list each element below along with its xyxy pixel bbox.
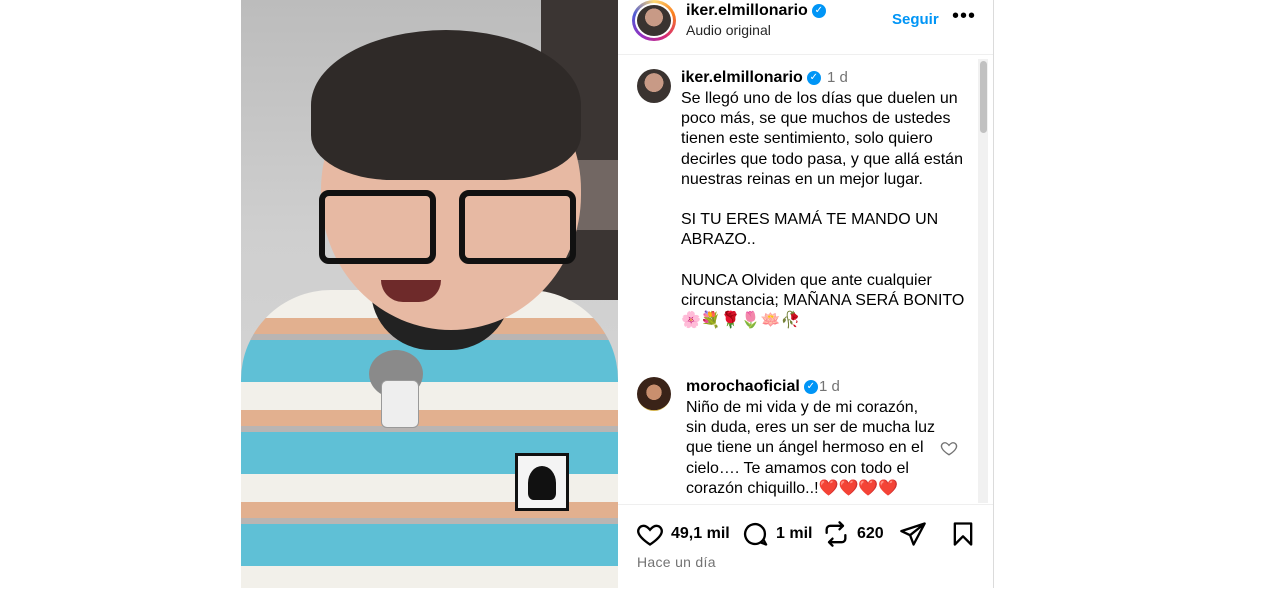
verified-badge-icon: ✓ bbox=[811, 3, 826, 18]
comment-time: 1 d bbox=[819, 378, 840, 395]
repost-count[interactable]: 620 bbox=[857, 525, 884, 543]
action-bar: 49,1 mil 1 mil 620 Hace un día bbox=[618, 504, 993, 589]
comment-count[interactable]: 1 mil bbox=[776, 525, 812, 543]
microphone-clip bbox=[381, 380, 419, 428]
heart-icon bbox=[637, 524, 663, 546]
scrollbar[interactable] bbox=[978, 59, 988, 503]
caption-time: 1 d bbox=[827, 69, 848, 86]
post-side-panel: iker.elmillonario ✓ Audio original Seguir… bbox=[618, 0, 994, 588]
story-ring-avatar[interactable] bbox=[632, 0, 676, 41]
verified-badge-icon: ✓ bbox=[806, 70, 821, 85]
comment-username-text[interactable]: morochaoficial bbox=[686, 378, 800, 395]
comment-username[interactable]: morochaoficial ✓ bbox=[686, 378, 818, 396]
share-button[interactable] bbox=[899, 520, 927, 548]
comment-text: Niño de mi vida y de mi corazón, sin dud… bbox=[686, 399, 936, 497]
cat-shirt-print bbox=[515, 453, 569, 511]
save-button[interactable] bbox=[949, 520, 977, 548]
like-count[interactable]: 49,1 mil bbox=[671, 525, 730, 543]
caption-username[interactable]: iker.elmillonario ✓ bbox=[681, 69, 821, 87]
comment-bubble-icon bbox=[743, 523, 768, 546]
post-username[interactable]: iker.elmillonario ✓ bbox=[686, 2, 826, 20]
post-username-text[interactable]: iker.elmillonario bbox=[686, 2, 808, 19]
caption-text: Se llegó uno de los días que duelen un p… bbox=[681, 90, 965, 330]
glasses bbox=[319, 190, 576, 264]
post-video[interactable] bbox=[241, 0, 618, 588]
avatar bbox=[637, 5, 671, 36]
comments-scroll-area[interactable]: iker.elmillonario ✓ 1 d Se llegó uno de l… bbox=[618, 55, 993, 503]
scrollbar-thumb[interactable] bbox=[980, 61, 987, 133]
comment-avatar[interactable] bbox=[637, 377, 671, 411]
share-paper-plane-icon bbox=[900, 522, 926, 546]
caption-avatar[interactable] bbox=[637, 69, 671, 103]
post-time-ago[interactable]: Hace un día bbox=[637, 554, 716, 570]
bookmark-icon bbox=[953, 522, 973, 546]
like-button[interactable]: 49,1 mil bbox=[636, 520, 730, 548]
repost-button[interactable]: 620 bbox=[822, 520, 884, 548]
post-header: iker.elmillonario ✓ Audio original Seguir… bbox=[618, 0, 993, 55]
follow-button[interactable]: Seguir bbox=[892, 11, 939, 28]
verified-badge-icon: ✓ bbox=[803, 379, 818, 394]
caption-username-text[interactable]: iker.elmillonario bbox=[681, 69, 803, 86]
audio-label[interactable]: Audio original bbox=[686, 22, 771, 38]
comment-button[interactable]: 1 mil bbox=[741, 520, 812, 548]
comment-heart-icon[interactable] bbox=[940, 439, 958, 457]
more-options-icon[interactable]: ••• bbox=[952, 5, 976, 28]
boy-hair bbox=[311, 30, 581, 180]
repost-icon bbox=[825, 521, 847, 547]
